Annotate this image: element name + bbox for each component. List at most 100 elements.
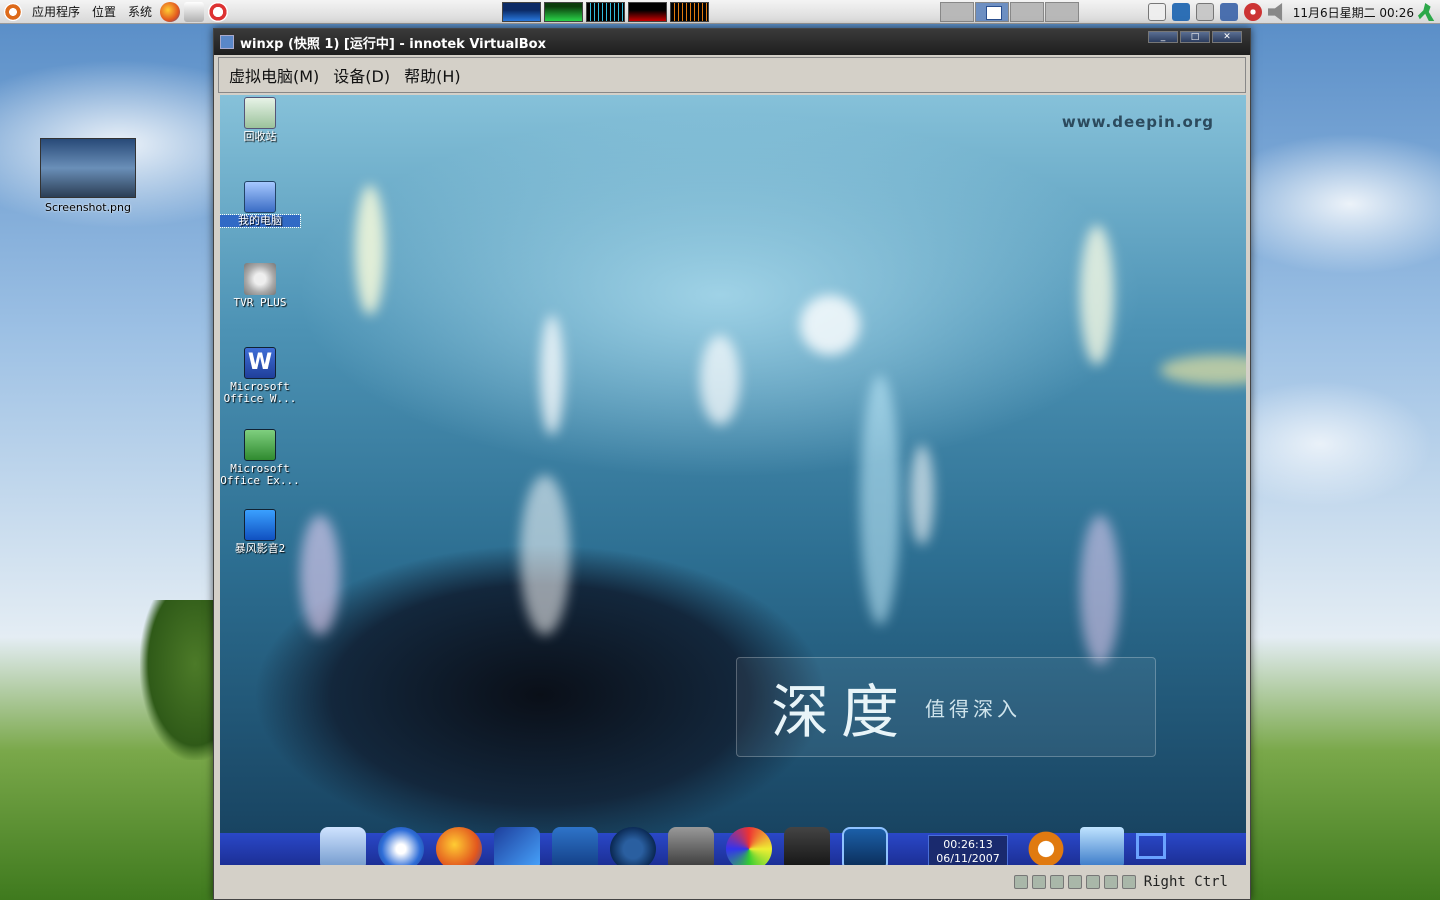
network-status-icon[interactable] [1067,875,1082,889]
computer-dock-icon[interactable] [320,827,366,865]
dock-launchers [320,827,888,865]
workspace-2[interactable] [975,2,1009,22]
firefox-dock-icon[interactable] [436,827,482,865]
finder-dock-icon[interactable] [378,827,424,865]
swap-monitor[interactable] [628,2,667,22]
run-icon[interactable] [1418,3,1435,21]
storm-player-icon [244,509,276,541]
menu-places[interactable]: 位置 [86,0,122,24]
virtualbox-tray-icon[interactable] [1171,3,1190,21]
sparkle-light [1080,515,1120,665]
guest-icon-label: 暴风影音2 [234,542,286,555]
my-computer-icon [244,181,276,213]
network-tray-icon[interactable] [1219,3,1238,21]
guest-icon-recycle-bin[interactable]: 回收站 [220,97,300,143]
sparkle-light [800,295,860,355]
guest-icon-my-computer[interactable]: 我的电脑 [220,181,301,228]
activity-monitor-dock-icon[interactable] [842,827,888,865]
window-title: winxp (快照 1) [运行中] - innotek VirtualBox [240,36,546,52]
firefox-icon[interactable] [160,1,181,22]
menu-system[interactable]: 系统 [122,0,158,24]
memory-monitor[interactable] [544,2,583,22]
vbox-menubar: 虚拟电脑(M) 设备(D) 帮助(H) [218,57,1246,93]
host-key-label: Right Ctrl [1143,874,1228,890]
camera-dock-icon[interactable] [784,827,830,865]
guest-dock: 00:26:13 06/11/2007 [220,827,1246,865]
browser-dock-icon[interactable] [494,827,540,865]
guest-icon-label: Microsoft Office W... [223,380,297,405]
top-panel: 应用程序 位置 系统 11月6日星期二 00:26 [0,0,1440,24]
trash-dock-icon[interactable] [1080,827,1124,865]
brand-main-text: 深度 [771,678,912,746]
sparkle-light [1080,225,1114,365]
guest-icon-label: Microsoft Office Ex... [220,462,300,487]
color-wheel-dock-icon[interactable] [726,827,772,865]
mouse-integration-icon[interactable] [1121,875,1136,889]
dock-clock-time: 00:26:13 [943,838,993,851]
workspace-4[interactable] [1045,2,1079,22]
sparkle-light [700,335,740,425]
update-tray-icon[interactable] [1243,3,1262,21]
menu-help[interactable]: 帮助(H) [404,63,461,87]
floppy-status-icon[interactable] [1049,875,1064,889]
tvr-plus-icon [244,263,276,295]
panel-clock[interactable]: 11月6日星期二 00:26 [1289,4,1418,21]
shared-folder-status-icon[interactable] [1103,875,1118,889]
image-thumbnail-icon [40,138,136,198]
guest-icon-storm-player[interactable]: 暴风影音2 [220,509,300,555]
brand-tagline: 值得深入 [925,696,1022,721]
ubuntu-logo-icon[interactable] [4,2,22,21]
sparkle-light [910,445,934,545]
workspace-1[interactable] [940,2,974,22]
window-titlebar[interactable]: winxp (快照 1) [运行中] - innotek VirtualBox … [214,29,1250,55]
guest-icon-excel[interactable]: Microsoft Office Ex... [220,429,300,487]
help-icon[interactable] [208,1,229,22]
sparkle-light [355,185,385,315]
headphones-dock-icon[interactable] [610,827,656,865]
menu-machine[interactable]: 虚拟电脑(M) [229,63,319,87]
dock-clock[interactable]: 00:26:13 06/11/2007 [928,835,1008,865]
film-reel-dock-icon[interactable] [668,827,714,865]
guest-desktop[interactable]: www.deepin.org 深度 值得深入 回收站 我的电脑 TVR PLUS… [220,95,1246,865]
mail-icon[interactable] [184,1,205,22]
virtualbox-window: winxp (快照 1) [运行中] - innotek VirtualBox … [213,28,1251,900]
workspace-3[interactable] [1010,2,1044,22]
sparkle-light [300,515,340,635]
system-monitor-applets [502,2,709,22]
device-status-icons [1013,875,1136,889]
guest-icon-tvr-plus[interactable]: TVR PLUS [220,263,300,309]
show-desktop-icon[interactable] [1136,833,1166,859]
excel-icon [244,429,276,461]
network-monitor[interactable] [586,2,625,22]
deepin-brand: 深度 值得深入 [736,657,1156,757]
guest-icon-label: 回收站 [243,130,277,143]
volume-icon[interactable] [1267,3,1283,21]
cdrom-status-icon[interactable] [1031,875,1046,889]
workspace-switcher [940,2,1080,22]
printer-tray-icon[interactable] [1195,3,1214,21]
usb-status-icon[interactable] [1085,875,1100,889]
maximize-button[interactable]: □ [1180,31,1210,43]
minimize-button[interactable]: _ [1148,31,1178,43]
hdd-status-icon[interactable] [1013,875,1028,889]
menu-devices[interactable]: 设备(D) [333,63,390,87]
guest-icon-word[interactable]: W Microsoft Office W... [220,347,300,405]
guest-icon-label: 我的电脑 [220,214,301,228]
menu-applications[interactable]: 应用程序 [26,0,86,24]
dock-clock-date: 06/11/2007 [936,852,1000,865]
screenshot-tray-icon[interactable] [1147,3,1166,21]
deepin-site-url: www.deepin.org [1061,113,1214,131]
sparkle-light [540,315,564,435]
desktop-file-label: Screenshot.png [45,201,131,214]
load-monitor[interactable] [670,2,709,22]
qq-dock-icon[interactable] [552,827,598,865]
close-button[interactable]: ✕ [1212,31,1242,43]
word-icon: W [244,347,276,379]
sparkle-light [1160,355,1246,385]
system-tray: 11月6日星期二 00:26 [1145,0,1440,24]
desktop-file-screenshot[interactable]: Screenshot.png [40,138,136,214]
ubuntu-dock-icon[interactable] [1024,827,1068,865]
cpu-monitor[interactable] [502,2,541,22]
recycle-bin-icon [244,97,276,129]
dock-extras [1024,827,1166,865]
